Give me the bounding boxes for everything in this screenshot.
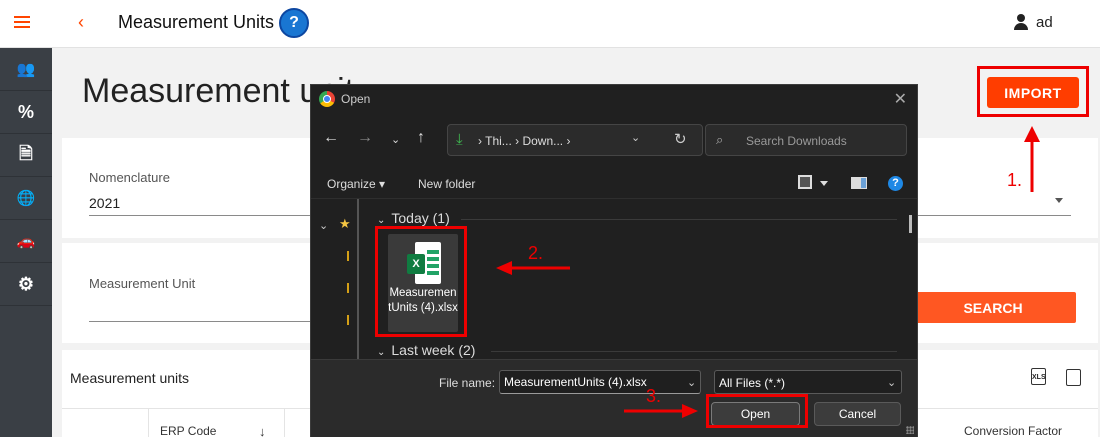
search-icon: ⌕ <box>716 132 724 147</box>
table-title: Measurement units <box>70 370 190 386</box>
organize-menu[interactable]: Organize ▾ <box>327 177 385 191</box>
export-excel-icon[interactable]: XLS <box>1031 368 1046 385</box>
group-header-last-week[interactable]: ⌄ Last week (2) <box>377 342 475 358</box>
sort-arrow-icon[interactable]: ↓ <box>259 424 266 437</box>
column-header-erp-code[interactable]: ERP Code <box>160 424 216 437</box>
breadcrumb[interactable]: › Thi... › Down... › <box>478 134 570 148</box>
dialog-title-bar[interactable]: Open ✕ <box>311 85 917 113</box>
sidebar: 👥 % 🗎 🌐 🚗 ⚙ <box>0 48 52 437</box>
back-arrow-icon[interactable]: ← <box>323 129 339 147</box>
file-type-value: All Files (*.*) <box>719 376 786 390</box>
annotation-box-import <box>977 66 1089 117</box>
globe-icon[interactable]: 🌐 <box>0 177 52 220</box>
close-icon[interactable]: ✕ <box>894 89 907 109</box>
search-button[interactable]: SEARCH <box>910 292 1076 323</box>
dialog-toolbar: Organize ▾ New folder ? <box>311 169 917 199</box>
group-divider <box>491 351 897 352</box>
user-name[interactable]: ad <box>1036 14 1053 31</box>
annotation-box-open <box>706 394 808 428</box>
nomenclature-label: Nomenclature <box>89 170 170 185</box>
file-name-input[interactable] <box>499 370 701 394</box>
resize-grip-icon[interactable] <box>906 426 914 434</box>
vertical-scrollbar[interactable] <box>909 215 912 233</box>
measurement-unit-underline[interactable] <box>89 321 319 322</box>
new-folder-button[interactable]: New folder <box>418 177 475 191</box>
address-dropdown-icon[interactable]: ⌄ <box>631 131 640 144</box>
view-mode-chevron-icon[interactable] <box>820 181 828 186</box>
annotation-arrow-left <box>496 261 570 275</box>
measurement-unit-label: Measurement Unit <box>89 276 196 291</box>
preview-pane-icon[interactable] <box>851 177 867 189</box>
chevron-down-icon[interactable] <box>1055 198 1063 203</box>
view-mode-icon[interactable] <box>798 175 812 189</box>
address-bar[interactable]: ⤓ › Thi... › Down... › ⌄ ↻ <box>447 124 703 156</box>
file-type-dropdown-icon[interactable]: ⌄ <box>887 376 896 389</box>
help-icon[interactable]: ? <box>888 176 903 191</box>
file-type-select[interactable]: All Files (*.*) <box>714 370 902 394</box>
top-bar: ‹ Measurement Units ? ad <box>0 0 1100 48</box>
up-arrow-icon[interactable]: ↑ <box>417 129 425 147</box>
group-label-last-week: Last week (2) <box>391 342 476 358</box>
download-icon: ⤓ <box>456 131 463 148</box>
column-header-conversion-factor[interactable]: Conversion Factor <box>964 424 1062 437</box>
annotation-box-file <box>375 226 467 337</box>
document-icon[interactable]: 🗎 <box>0 134 52 177</box>
page-title: Measurement Units <box>118 12 275 32</box>
nav-item-marker <box>347 283 349 293</box>
gear-icon[interactable]: ⚙ <box>0 263 52 306</box>
nav-item-marker <box>347 315 349 325</box>
group-divider <box>461 219 897 220</box>
cancel-button[interactable]: Cancel <box>814 402 901 426</box>
expand-chevron-icon[interactable]: ⌄ <box>319 219 328 232</box>
chrome-icon <box>319 91 335 107</box>
search-box[interactable]: ⌕ Search Downloads <box>705 124 907 156</box>
navigation-pane-splitter[interactable] <box>357 199 359 359</box>
search-placeholder: Search Downloads <box>746 134 847 148</box>
car-icon[interactable]: 🚗 <box>0 220 52 263</box>
refresh-icon[interactable]: ↻ <box>674 130 687 148</box>
file-name-dropdown-icon[interactable]: ⌄ <box>687 376 696 389</box>
nav-item-marker <box>347 251 349 261</box>
back-chevron-icon[interactable]: ‹ <box>78 12 84 33</box>
column-settings-icon[interactable] <box>1066 369 1081 386</box>
annotation-arrow-up <box>1024 126 1040 192</box>
percent-icon[interactable]: % <box>0 91 52 134</box>
quick-access-star-icon[interactable]: ★ <box>339 216 351 232</box>
navigation-pane: ⌄ ★ <box>311 199 369 359</box>
menu-icon[interactable] <box>14 16 30 28</box>
help-circle-icon[interactable]: ? <box>279 8 309 38</box>
user-icon <box>1014 14 1028 30</box>
users-icon[interactable]: 👥 <box>0 48 52 91</box>
group-label-today: Today (1) <box>391 210 450 226</box>
dialog-nav-bar: ← → ⌄ ↑ ⤓ › Thi... › Down... › ⌄ ↻ ⌕ Sea… <box>311 123 917 157</box>
dialog-title: Open <box>341 92 371 106</box>
recent-locations-chevron-icon[interactable]: ⌄ <box>391 133 400 146</box>
annotation-arrow-right <box>624 404 698 418</box>
dialog-footer: File name: ⌄ All Files (*.*) ⌄ Open Canc… <box>311 359 917 437</box>
group-header-today[interactable]: ⌄ Today (1) <box>377 210 450 226</box>
forward-arrow-icon[interactable]: → <box>357 129 373 147</box>
nomenclature-value[interactable]: 2021 <box>89 195 120 211</box>
file-name-field-label: File name: <box>439 376 496 390</box>
